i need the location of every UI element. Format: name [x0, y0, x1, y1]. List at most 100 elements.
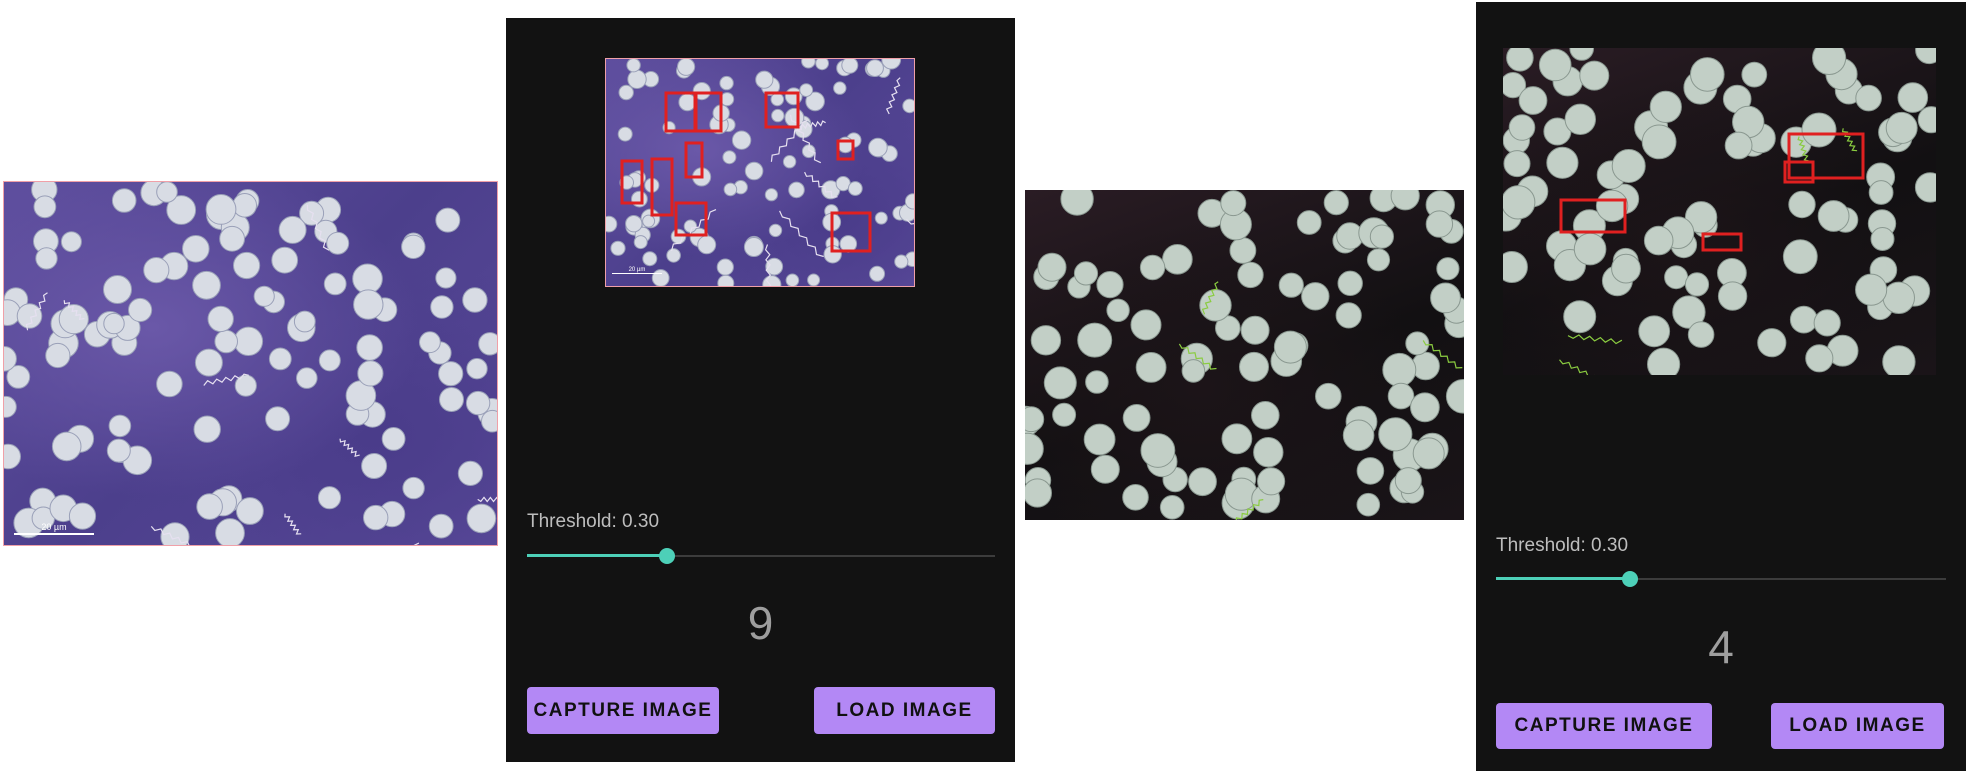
cells-layer: [4, 182, 497, 545]
cell: [1335, 302, 1362, 329]
cell: [1430, 282, 1461, 314]
threshold-slider[interactable]: [1496, 571, 1946, 587]
cell: [45, 342, 71, 369]
cell: [1096, 271, 1124, 299]
cell: [194, 348, 223, 377]
cell: [233, 251, 261, 280]
cell: [1342, 419, 1375, 452]
cell: [1122, 404, 1151, 432]
spirochete: [284, 513, 302, 535]
cell: [430, 295, 454, 319]
cell: [1090, 454, 1120, 484]
cell: [438, 361, 464, 387]
cell: [1382, 352, 1417, 387]
cell: [1181, 359, 1206, 383]
cell: [323, 272, 347, 296]
cell: [143, 257, 170, 284]
cell: [402, 476, 425, 500]
load-image-button[interactable]: LOAD IMAGE: [814, 687, 995, 734]
slider-thumb[interactable]: [659, 548, 675, 564]
cell: [1221, 423, 1253, 455]
cell: [1030, 325, 1062, 356]
spirochete: [339, 438, 360, 458]
cell: [196, 493, 223, 520]
cell: [232, 192, 257, 218]
cell: [326, 231, 350, 255]
capture-image-button[interactable]: CAPTURE IMAGE: [527, 687, 719, 734]
cell: [193, 415, 221, 443]
scale-bar-label: 20 µm: [41, 522, 67, 532]
cell: [1369, 224, 1394, 249]
darkfield-smear-image: [1025, 190, 1464, 520]
cell: [1229, 237, 1257, 264]
cell: [111, 188, 137, 213]
cell: [439, 387, 464, 412]
capture-image-button[interactable]: CAPTURE IMAGE: [1496, 703, 1712, 749]
cell: [1356, 457, 1385, 485]
cell: [401, 234, 426, 260]
cell: [356, 334, 383, 361]
cell: [215, 518, 245, 545]
cell: [205, 194, 237, 225]
detection-count: 4: [1708, 621, 1734, 673]
detection-box: [1787, 132, 1865, 180]
cell: [51, 431, 82, 462]
cell: [1425, 210, 1454, 238]
detection-box: [1701, 232, 1743, 252]
cell: [192, 270, 221, 300]
cell: [1220, 190, 1247, 217]
cell: [1140, 433, 1176, 468]
cell: [1083, 423, 1116, 456]
cell: [1387, 382, 1415, 410]
cell: [1139, 254, 1166, 281]
cell: [156, 182, 178, 203]
preview-scale-bar: 20 µm: [612, 267, 662, 274]
cell: [16, 303, 43, 329]
cell: [271, 246, 299, 274]
cell: [4, 395, 17, 418]
cell: [1025, 432, 1044, 465]
cell: [352, 263, 383, 295]
detection-box: [620, 159, 644, 205]
cell: [296, 367, 318, 389]
cell: [1251, 401, 1280, 430]
cell: [1106, 298, 1130, 323]
cell: [219, 225, 246, 252]
cell: [381, 427, 406, 451]
cell: [1052, 402, 1077, 427]
cell: [35, 247, 58, 270]
load-image-button[interactable]: LOAD IMAGE: [1771, 703, 1944, 749]
slider-thumb[interactable]: [1622, 571, 1638, 587]
cell: [363, 504, 389, 531]
detection-box: [674, 201, 708, 237]
cell: [1378, 417, 1413, 452]
cell: [128, 297, 153, 323]
cell: [1436, 257, 1460, 281]
cell: [1390, 190, 1420, 211]
threshold-slider[interactable]: [527, 548, 995, 564]
cell: [428, 513, 454, 539]
cell: [1240, 315, 1270, 345]
cell: [1135, 352, 1167, 383]
slider-fill: [1496, 577, 1630, 580]
cell: [182, 235, 210, 263]
threshold-label: Threshold: 0.30: [527, 511, 660, 532]
cell: [4, 443, 21, 470]
cell: [1060, 190, 1094, 216]
preview-image: [1503, 48, 1936, 375]
cell: [108, 414, 132, 438]
cell: [1253, 437, 1284, 468]
cell: [1410, 392, 1440, 423]
cell: [357, 360, 384, 387]
cell: [236, 497, 264, 525]
detection-box: [764, 91, 800, 129]
cell: [1025, 478, 1052, 508]
cell: [1278, 272, 1304, 298]
detection-boxes: [620, 91, 872, 253]
cell: [253, 285, 275, 307]
cell: [156, 370, 183, 398]
detection-box: [650, 157, 674, 217]
cell: [1188, 467, 1217, 497]
cell: [265, 406, 291, 432]
scale-bar: 20 µm: [14, 522, 94, 535]
